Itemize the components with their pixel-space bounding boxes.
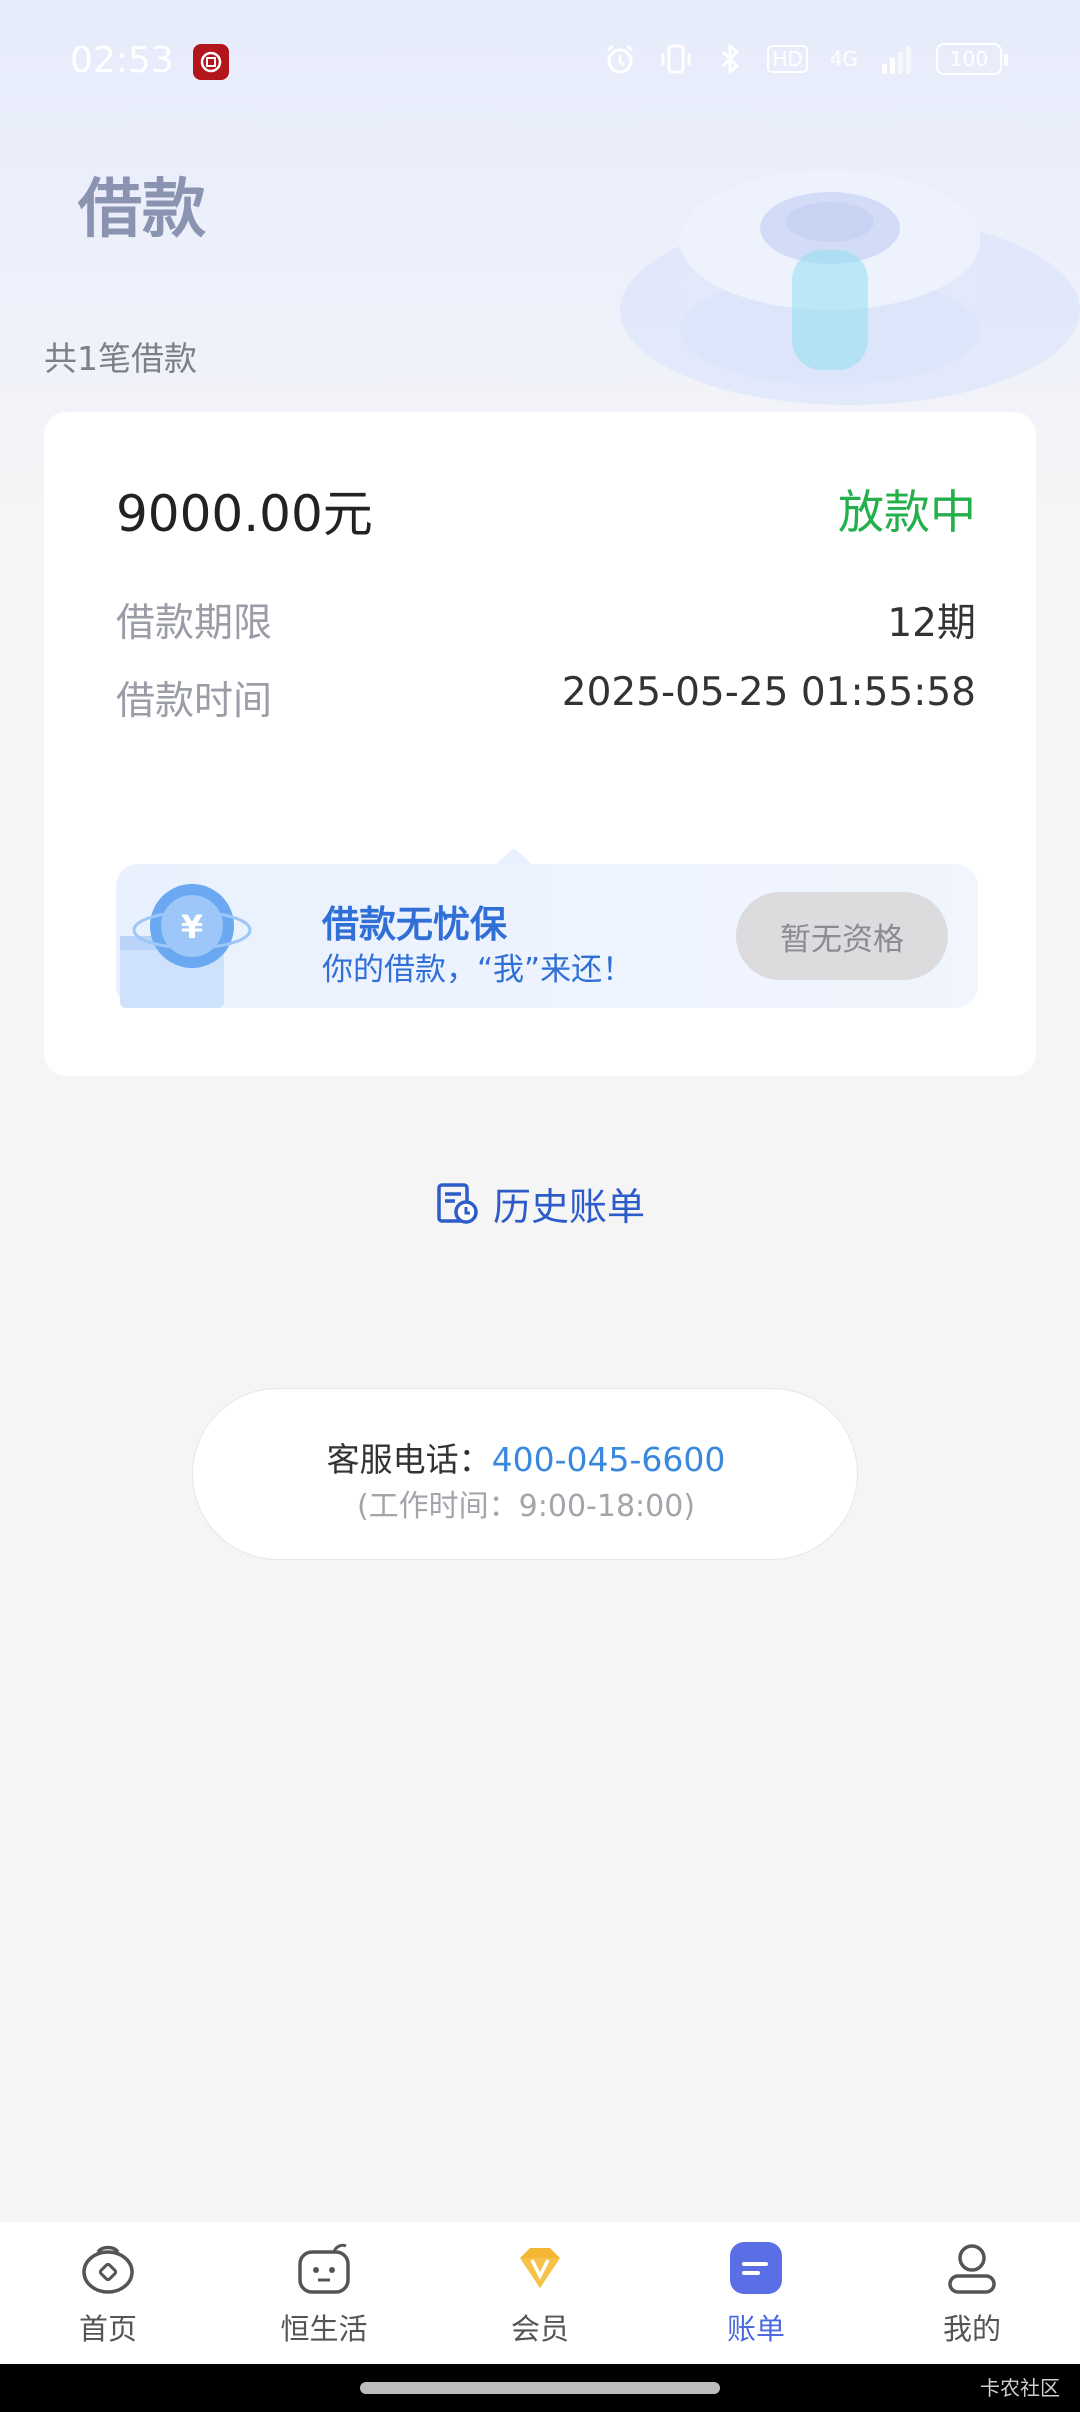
history-bill-link[interactable]: 历史账单 — [0, 1176, 1080, 1231]
time-value: 2025-05-25 01:55:58 — [561, 670, 976, 715]
loan-card[interactable]: 9000.00元 放款中 借款期限 12期 借款时间 2025-05-25 01… — [44, 412, 1036, 1076]
coin-symbol: ¥ — [181, 908, 203, 946]
system-nav-bar: 卡农社区 — [0, 2364, 1080, 2412]
watermark: 卡农社区 — [980, 2376, 1060, 2400]
gesture-handle[interactable] — [360, 2382, 720, 2394]
term-value: 12期 — [887, 601, 976, 646]
signal-label: 4G — [829, 47, 858, 71]
status-bar: 02:53 HD 4G 100 — [0, 0, 1080, 124]
tab-home[interactable]: 首页 — [0, 2222, 216, 2364]
loan-amount: 9000.00元 — [116, 485, 373, 543]
vibrate-icon — [661, 44, 691, 74]
tab-label: 我的 — [942, 2312, 1001, 2346]
service-phone[interactable]: 400-045-6600 — [492, 1440, 726, 1479]
profile-icon — [948, 2244, 996, 2294]
status-icons: HD 4G 100 — [603, 42, 1008, 76]
service-line: 客服电话：400-045-6600 — [193, 1433, 859, 1481]
loan-status: 放款中 — [838, 485, 976, 539]
tab-life[interactable]: 恒生活 — [216, 2222, 432, 2364]
home-icon — [82, 2245, 134, 2294]
tab-profile[interactable]: 我的 — [864, 2222, 1080, 2364]
tab-label: 首页 — [78, 2312, 137, 2346]
battery-icon: 100 — [936, 43, 1008, 75]
life-icon — [298, 2243, 350, 2294]
tab-bill[interactable]: 账单 — [648, 2222, 864, 2364]
tab-vip[interactable]: 会员 — [432, 2222, 648, 2364]
bank-app-icon — [193, 44, 229, 80]
customer-service-card[interactable]: 客服电话：400-045-6600 (工作时间：9:00-18:00) — [192, 1388, 858, 1560]
service-label: 客服电话： — [326, 1440, 492, 1479]
bottom-tab-bar: 首页 恒生活 会员 账单 我的 — [0, 2222, 1080, 2364]
insurance-subtitle: 你的借款，“我”来还！ — [322, 952, 634, 988]
tab-label: 账单 — [726, 2312, 785, 2346]
coin-shield-icon: ¥ — [120, 884, 252, 1008]
insurance-banner[interactable]: ¥ 借款无忧保 你的借款，“我”来还！ 暂无资格 — [116, 864, 978, 1008]
ring-illustration — [620, 170, 1080, 405]
vip-icon — [520, 2248, 560, 2288]
loan-count: 共1笔借款 — [44, 339, 197, 378]
time-label: 借款时间 — [116, 679, 273, 724]
history-bill-label: 历史账单 — [492, 1185, 645, 1229]
page-title: 借款 — [78, 173, 206, 247]
bill-icon — [730, 2242, 782, 2294]
hd-icon: HD — [767, 45, 808, 73]
insurance-pointer — [496, 848, 532, 864]
bluetooth-icon — [722, 42, 740, 76]
term-label: 借款期限 — [116, 601, 273, 646]
service-hours: (工作时间：9:00-18:00) — [356, 1489, 696, 1524]
insurance-title: 借款无忧保 — [322, 903, 507, 946]
status-time: 02:53 — [70, 40, 174, 81]
tab-label: 恒生活 — [280, 2312, 368, 2346]
no-eligibility-button[interactable]: 暂无资格 — [736, 892, 948, 980]
signal-icon — [882, 46, 911, 74]
history-bill-icon — [437, 1182, 478, 1224]
alarm-icon — [607, 44, 634, 74]
tab-label: 会员 — [510, 2312, 569, 2346]
